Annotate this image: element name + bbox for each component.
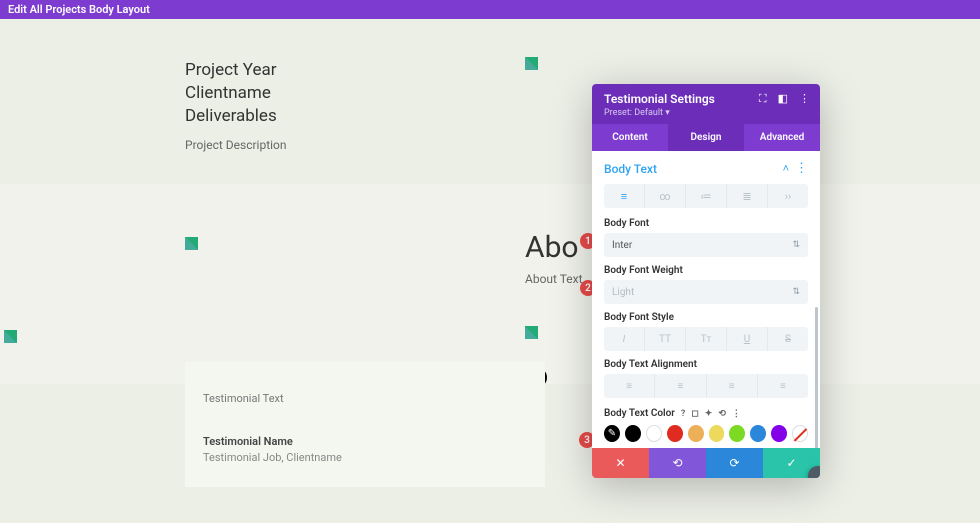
tablet-icon[interactable]: ◻ (691, 409, 698, 419)
align-right-button[interactable]: ≡ (707, 374, 758, 398)
style-strike-button[interactable]: S (768, 327, 808, 351)
reset-icon[interactable]: ⟲ (718, 409, 726, 419)
panel-body[interactable]: Body Text ˄⋮ ≡ ∞ ≔ ≣ ›› Body Font Inter … (592, 151, 820, 448)
panel-tabs: Content Design Advanced (592, 124, 820, 151)
color-picker-button[interactable]: ✎ (604, 425, 620, 442)
align-left-button[interactable]: ≡ (604, 374, 655, 398)
select-value: Light (612, 287, 634, 298)
swatch-blue[interactable] (750, 425, 766, 442)
image-placeholder-icon (4, 330, 17, 343)
hover-icon[interactable]: ✦ (705, 409, 713, 419)
tab-content[interactable]: Content (592, 124, 668, 151)
select-arrows-icon: ⇅ (792, 240, 800, 250)
about-text: About Text (525, 272, 583, 286)
panel-header[interactable]: Testimonial Settings Preset: Default ▾ ⛶… (592, 84, 820, 124)
testimonial-card: Testimonial Text Testimonial Name Testim… (185, 362, 545, 487)
color-swatches: ✎ (604, 425, 808, 442)
help-icon[interactable]: ? (681, 409, 685, 419)
testimonial-text: Testimonial Text (203, 392, 527, 405)
cancel-button[interactable]: ✕ (592, 448, 649, 478)
panel-preset[interactable]: Preset: Default ▾ (604, 108, 808, 118)
text-tab-link[interactable]: ∞ (645, 184, 686, 208)
swatch-white[interactable] (646, 425, 662, 442)
about-title: Abo (525, 230, 579, 265)
text-type-tabs: ≡ ∞ ≔ ≣ ›› (604, 184, 808, 208)
text-tab-quote[interactable]: ›› (768, 184, 808, 208)
label-body-font: Body Font (604, 218, 808, 229)
swatch-yellow[interactable] (709, 425, 725, 442)
testimonial-job: Testimonial Job, Clientname (203, 451, 527, 464)
style-italic-button[interactable]: I (604, 327, 645, 351)
image-placeholder-icon (525, 326, 538, 339)
select-body-font-weight[interactable]: Light ⇅ (604, 280, 808, 304)
expand-icon[interactable]: ⛶ (759, 92, 767, 106)
style-underline-button[interactable]: U (727, 327, 768, 351)
menu-dots-icon[interactable]: ⋮ (732, 409, 741, 419)
image-placeholder-icon (525, 57, 538, 70)
undo-button[interactable]: ⟲ (649, 448, 706, 478)
swatch-transparent[interactable] (792, 425, 808, 442)
alignment-row: ≡ ≡ ≡ ≡ (604, 374, 808, 398)
style-smallcaps-button[interactable]: Tᴛ (686, 327, 727, 351)
swatch-red[interactable] (667, 425, 683, 442)
top-bar-title: Edit All Projects Body Layout (8, 3, 150, 16)
heading-clientname: Clientname (185, 82, 980, 105)
text-tab-ul[interactable]: ≔ (686, 184, 727, 208)
align-justify-button[interactable]: ≡ (758, 374, 808, 398)
swatch-purple[interactable] (771, 425, 787, 442)
project-description: Project Description (185, 138, 980, 152)
swatch-black[interactable] (625, 425, 641, 442)
snap-icon[interactable]: ◧ (778, 92, 788, 106)
swatch-gold[interactable] (688, 425, 704, 442)
chevron-down-icon: ▾ (665, 108, 670, 118)
menu-dots-icon[interactable]: ⋮ (799, 92, 810, 106)
label-body-font-weight: Body Font Weight (604, 265, 808, 276)
style-uppercase-button[interactable]: TT (645, 327, 686, 351)
label-body-font-style: Body Font Style (604, 312, 808, 323)
select-value: Inter (612, 240, 632, 251)
text-tab-paragraph[interactable]: ≡ (604, 184, 645, 208)
top-bar: Edit All Projects Body Layout (0, 0, 980, 19)
scrollbar[interactable] (815, 307, 818, 448)
about-section: Abo About Text (0, 184, 980, 384)
redo-button[interactable]: ⟳ (706, 448, 763, 478)
settings-panel: Testimonial Settings Preset: Default ▾ ⛶… (592, 84, 820, 478)
tab-advanced[interactable]: Advanced (744, 124, 820, 151)
image-placeholder-icon (185, 237, 198, 250)
menu-dots-icon[interactable]: ⋮ (795, 161, 808, 176)
panel-footer: ✕ ⟲ ⟳ ✓ (592, 448, 820, 478)
chevron-up-icon: ˄ (783, 162, 789, 175)
font-style-row: I TT Tᴛ U S (604, 327, 808, 351)
section-toggle-body-text[interactable]: Body Text ˄⋮ (604, 161, 808, 176)
select-arrows-icon: ⇅ (792, 287, 800, 297)
label-body-text-alignment: Body Text Alignment (604, 359, 808, 370)
label-body-text-color: Body Text Color ? ◻ ✦ ⟲ ⋮ (604, 408, 808, 419)
heading-project-year: Project Year (185, 59, 980, 82)
testimonial-name: Testimonial Name (203, 435, 527, 448)
swatch-green[interactable] (729, 425, 745, 442)
upper-section: Project Year Clientname Deliverables Pro… (0, 19, 980, 184)
heading-deliverables: Deliverables (185, 105, 980, 128)
select-body-font[interactable]: Inter ⇅ (604, 233, 808, 257)
text-tab-ol[interactable]: ≣ (727, 184, 768, 208)
align-center-button[interactable]: ≡ (655, 374, 706, 398)
tab-design[interactable]: Design (668, 124, 744, 151)
